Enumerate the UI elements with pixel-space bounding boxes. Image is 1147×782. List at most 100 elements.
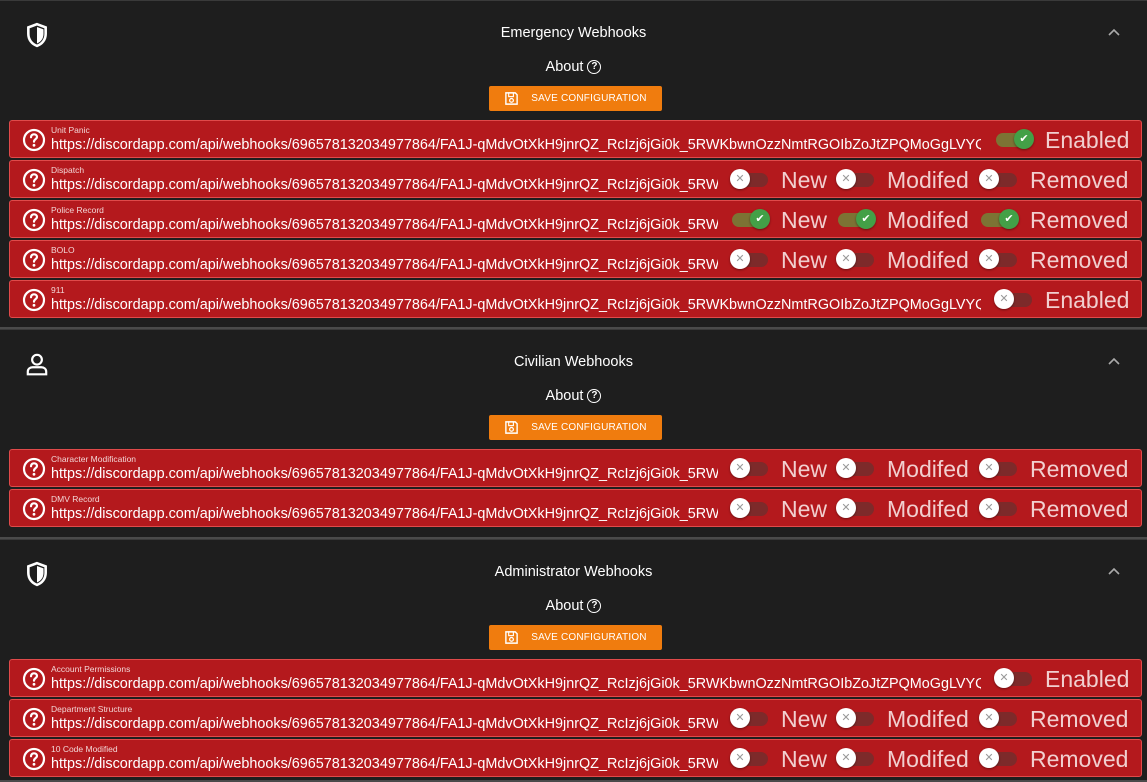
modified-toggle[interactable]: ✔ Modifed	[838, 206, 969, 233]
check-icon: ✔	[1014, 129, 1034, 149]
toggle-track[interactable]: ✕	[730, 169, 768, 189]
about-label: About	[545, 388, 584, 404]
toggle-track[interactable]: ✕	[730, 249, 768, 269]
chevron-up-icon[interactable]	[1107, 25, 1121, 39]
removed-toggle[interactable]: ✕ Removed	[979, 496, 1128, 522]
webhook-url-input[interactable]	[51, 257, 718, 273]
modified-toggle[interactable]: ✕ Modifed	[836, 706, 969, 732]
toggle-track[interactable]: ✕	[979, 498, 1017, 518]
new-toggle[interactable]: ✔ New	[732, 207, 827, 233]
close-icon: ✕	[730, 169, 750, 189]
removed-toggle[interactable]: ✕ Removed	[979, 455, 1129, 482]
modified-label: Modifed	[887, 206, 969, 233]
help-circle-icon[interactable]	[22, 747, 46, 771]
removed-toggle[interactable]: ✕ Removed	[979, 247, 1128, 273]
webhook-url-input[interactable]	[51, 506, 718, 522]
webhook-url-input[interactable]	[51, 676, 981, 692]
toggle-track[interactable]: ✔	[838, 209, 876, 229]
webhook-url-input[interactable]	[51, 756, 718, 772]
section-emergency: Emergency Webhooks About? SAVE CONFIGURA…	[0, 0, 1147, 329]
toggle-track[interactable]: ✕	[836, 708, 874, 728]
check-icon: ✔	[856, 209, 876, 229]
help-circle-icon[interactable]	[22, 457, 46, 481]
modified-toggle[interactable]: ✕ Modifed	[836, 455, 969, 482]
section-civilian: Civilian Webhooks About? SAVE CONFIGURAT…	[0, 329, 1147, 539]
removed-label: Removed	[1030, 166, 1129, 193]
chevron-up-icon[interactable]	[1107, 564, 1121, 578]
removed-toggle[interactable]: ✕ Removed	[979, 746, 1128, 772]
toggle-track[interactable]: ✕	[836, 498, 874, 518]
help-circle-icon[interactable]	[22, 707, 46, 731]
close-icon: ✕	[730, 458, 750, 478]
close-icon: ✕	[979, 748, 999, 768]
help-circle-icon[interactable]	[22, 248, 46, 272]
new-label: New	[781, 705, 828, 732]
help-circle-icon[interactable]	[22, 288, 46, 312]
webhook-row: Dispatch ✕ New ✕ Modifed ✕ Removed	[9, 160, 1142, 198]
webhook-url-input[interactable]	[51, 217, 718, 233]
toggle-track[interactable]: ✔	[732, 209, 770, 229]
toggle-track[interactable]: ✕	[836, 249, 874, 269]
webhook-url-input[interactable]	[51, 466, 718, 482]
removed-label: Removed	[1030, 455, 1129, 482]
close-icon: ✕	[730, 249, 750, 269]
webhook-url-input[interactable]	[51, 297, 981, 313]
webhook-url-input[interactable]	[51, 177, 718, 193]
about-link[interactable]: About?	[0, 598, 1147, 614]
help-circle-icon[interactable]	[22, 168, 46, 192]
toggle-track[interactable]: ✕	[836, 748, 874, 768]
toggle-track[interactable]: ✕	[979, 169, 1017, 189]
toggle-track[interactable]: ✕	[979, 249, 1017, 269]
toggle-track[interactable]: ✕	[836, 458, 874, 478]
webhook-row: Account Permissions ✕ Enabled	[9, 659, 1142, 697]
removed-toggle[interactable]: ✔ Removed	[981, 207, 1128, 233]
toggle-track[interactable]: ✕	[994, 668, 1032, 688]
about-label: About	[545, 598, 584, 614]
toggle-track[interactable]: ✕	[730, 498, 768, 518]
new-toggle[interactable]: ✕ New	[730, 495, 828, 522]
about-link[interactable]: About?	[0, 388, 1147, 404]
section-title: Emergency Webhooks	[500, 25, 647, 41]
toggle-track[interactable]: ✕	[979, 708, 1017, 728]
save-button-label: SAVE CONFIGURATION	[531, 422, 647, 433]
help-circle-icon[interactable]	[22, 667, 46, 691]
toggle-track[interactable]: ✕	[979, 458, 1017, 478]
modified-toggle[interactable]: ✕ Modifed	[836, 167, 969, 193]
toggle-track[interactable]: ✕	[730, 708, 768, 728]
removed-toggle[interactable]: ✕ Removed	[979, 706, 1128, 732]
new-toggle[interactable]: ✕ New	[730, 456, 827, 482]
modified-toggle[interactable]: ✕ Modifed	[836, 746, 969, 772]
enabled-toggle[interactable]: ✕ Enabled	[994, 287, 1129, 313]
toggle-track[interactable]: ✔	[981, 209, 1019, 229]
help-circle-icon[interactable]	[22, 497, 46, 521]
modified-toggle[interactable]: ✕ Modifed	[836, 247, 969, 273]
about-link[interactable]: About?	[0, 59, 1147, 75]
toggle-track[interactable]: ✕	[836, 169, 874, 189]
modified-toggle[interactable]: ✕ Modifed	[836, 496, 969, 522]
close-icon: ✕	[836, 748, 856, 768]
help-circle-icon[interactable]	[22, 128, 46, 152]
removed-toggle[interactable]: ✕ Removed	[979, 166, 1129, 193]
new-toggle[interactable]: ✕ New	[730, 247, 827, 273]
close-icon: ✕	[730, 498, 750, 518]
toggle-track[interactable]: ✕	[730, 748, 768, 768]
enabled-toggle[interactable]: ✔ Enabled	[996, 127, 1129, 153]
new-toggle[interactable]: ✕ New	[730, 746, 827, 772]
webhook-url-input[interactable]	[51, 716, 718, 732]
toggle-track[interactable]: ✕	[994, 289, 1032, 309]
new-label: New	[781, 495, 828, 522]
save-configuration-button[interactable]: SAVE CONFIGURATION	[489, 625, 662, 650]
enabled-toggle[interactable]: ✕ Enabled	[994, 666, 1129, 692]
webhook-url-input[interactable]	[51, 137, 981, 153]
close-icon: ✕	[836, 458, 856, 478]
toggle-track[interactable]: ✕	[979, 748, 1017, 768]
save-configuration-button[interactable]: SAVE CONFIGURATION	[489, 86, 662, 111]
chevron-up-icon[interactable]	[1107, 354, 1121, 368]
toggle-track[interactable]: ✕	[730, 458, 768, 478]
modified-label: Modifed	[887, 455, 969, 482]
new-toggle[interactable]: ✕ New	[730, 705, 828, 732]
new-toggle[interactable]: ✕ New	[730, 167, 827, 193]
help-circle-icon[interactable]	[22, 208, 46, 232]
toggle-track[interactable]: ✔	[996, 129, 1034, 149]
save-configuration-button[interactable]: SAVE CONFIGURATION	[489, 415, 662, 440]
